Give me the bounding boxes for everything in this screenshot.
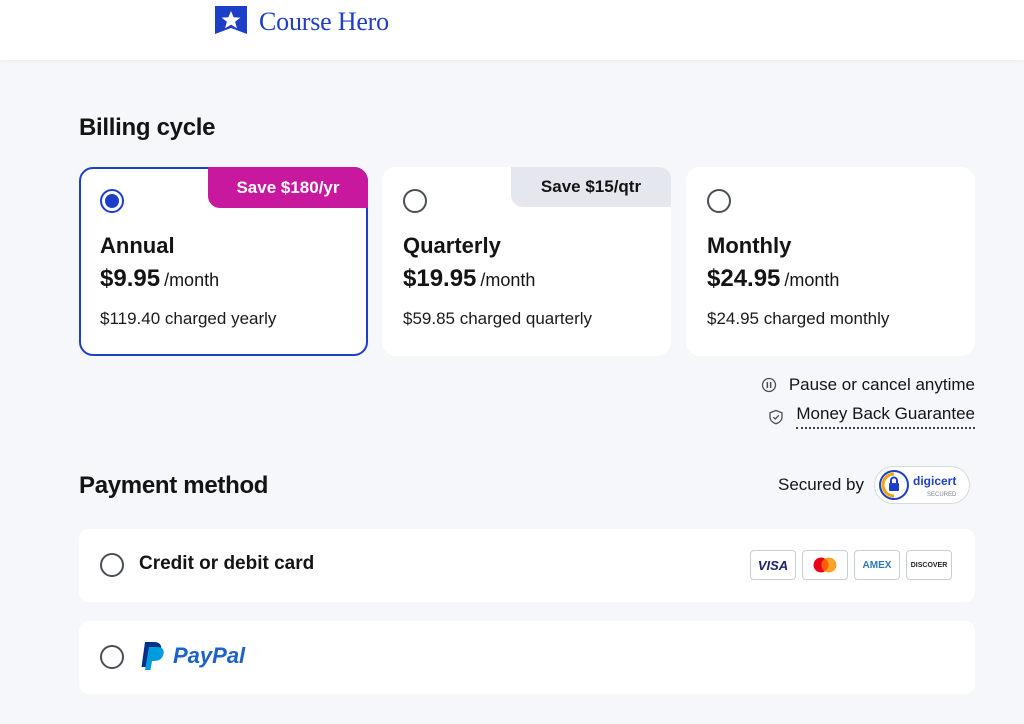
payment-option-paypal[interactable]: PayPal <box>79 621 975 694</box>
perk-pause-cancel: Pause or cancel anytime <box>761 375 975 395</box>
savings-badge: Save $180/yr <box>208 167 368 208</box>
card-brands: VISA AMEX DISCOVER <box>750 550 952 580</box>
secured-by: Secured by digicert SECURED <box>778 466 970 504</box>
amex-logo: AMEX <box>854 550 900 580</box>
digicert-badge[interactable]: digicert SECURED <box>874 466 970 504</box>
secured-by-text: Secured by <box>778 475 864 494</box>
price-period: /month <box>164 270 220 290</box>
plan-card-quarterly[interactable]: Save $15/qtr Quarterly $19.95/month $59.… <box>382 167 671 356</box>
plan-name: Quarterly <box>403 233 501 258</box>
digicert-sub: SECURED <box>927 492 957 498</box>
paypal-logo: PayPal <box>139 641 245 671</box>
perk-money-back[interactable]: Money Back Guarantee <box>768 404 975 429</box>
discover-text: DISCOVER <box>910 561 948 569</box>
plan-card-annual[interactable]: Save $180/yr Annual $9.95/month $119.40 … <box>79 167 368 356</box>
visa-text: VISA <box>757 557 789 573</box>
plan-charge-note: $24.95 charged monthly <box>707 309 890 328</box>
savings-badge: Save $15/qtr <box>511 167 671 207</box>
billing-cycle-title: Billing cycle <box>79 114 216 141</box>
plan-name: Annual <box>100 233 175 258</box>
course-hero-logo[interactable]: Course Hero <box>213 4 389 40</box>
card-label: Credit or debit card <box>139 553 315 574</box>
lock-icon <box>879 470 909 500</box>
plan-charge-note: $59.85 charged quarterly <box>403 309 593 328</box>
star-shield-icon <box>215 6 247 34</box>
mastercard-logo <box>802 550 848 580</box>
plan-charge-note: $119.40 charged yearly <box>100 309 277 328</box>
payment-option-card[interactable]: Credit or debit card VISA AMEX DISCOVER <box>79 529 975 602</box>
discover-logo: DISCOVER <box>906 550 952 580</box>
top-header: Course Hero <box>0 0 1024 60</box>
visa-logo: VISA <box>750 550 796 580</box>
plan-price: $9.95/month <box>100 265 219 293</box>
paypal-radio[interactable] <box>100 645 124 669</box>
price-period: /month <box>480 270 536 290</box>
price-amount: $9.95 <box>100 265 161 292</box>
amex-text: AMEX <box>862 559 892 571</box>
mastercard-icon <box>813 557 837 573</box>
shield-check-icon <box>769 409 784 424</box>
plan-name: Monthly <box>707 233 792 258</box>
paypal-text: PayPal <box>173 643 246 668</box>
perk-pause-text: Pause or cancel anytime <box>788 375 975 394</box>
payment-method-title: Payment method <box>79 472 269 499</box>
brand-name: Course Hero <box>259 7 389 36</box>
plan-radio-annual[interactable] <box>100 189 124 213</box>
pause-icon <box>761 377 776 393</box>
plan-radio-monthly[interactable] <box>707 189 731 213</box>
price-period: /month <box>784 270 840 290</box>
card-radio[interactable] <box>100 553 124 577</box>
money-back-link[interactable]: Money Back Guarantee <box>796 404 975 429</box>
plan-price: $19.95/month <box>403 265 535 293</box>
plan-price: $24.95/month <box>707 265 839 293</box>
digicert-name: digicert <box>913 474 957 488</box>
price-amount: $24.95 <box>707 265 781 292</box>
plan-radio-quarterly[interactable] <box>403 189 427 213</box>
paypal-icon <box>141 642 164 670</box>
plan-card-monthly[interactable]: Monthly $24.95/month $24.95 charged mont… <box>686 167 975 356</box>
price-amount: $19.95 <box>403 265 477 292</box>
